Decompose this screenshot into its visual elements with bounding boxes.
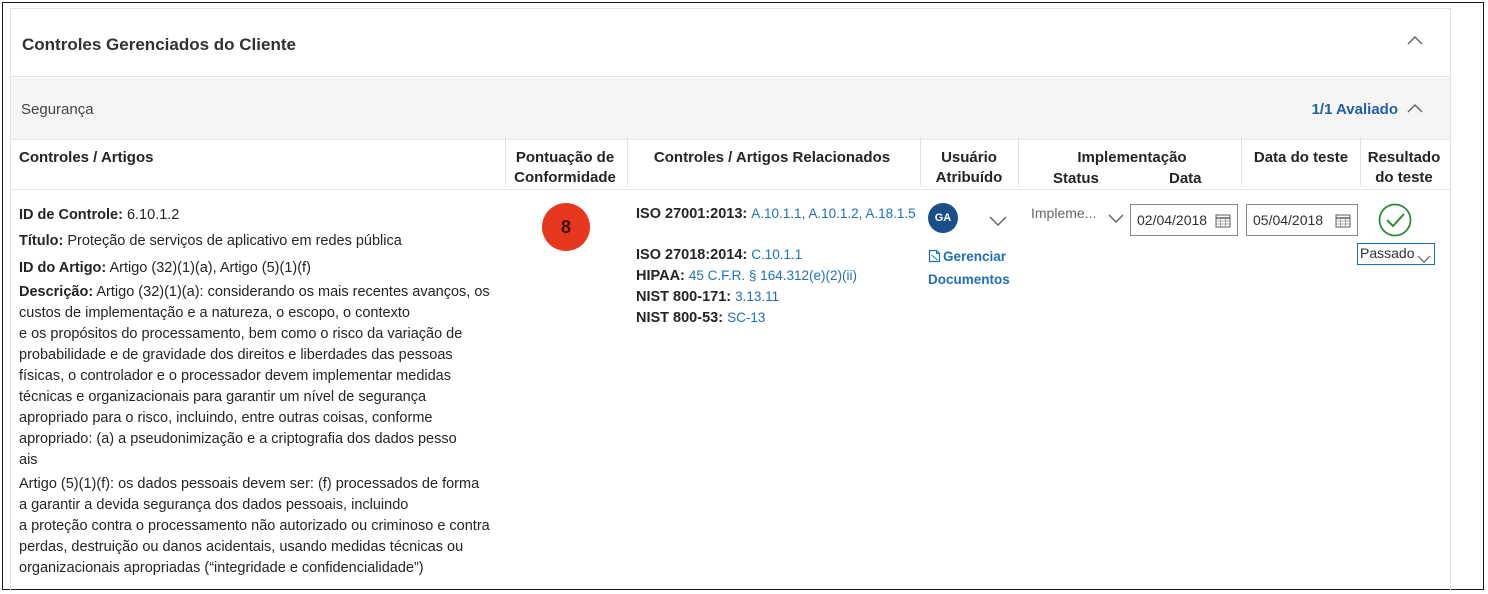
control-id-label: ID de Controle: bbox=[19, 207, 123, 223]
description-label: Descrição: bbox=[19, 284, 94, 300]
column-divider bbox=[920, 137, 921, 187]
related-label: NIST 800-171: bbox=[636, 289, 732, 305]
header-user-line1: Usuário bbox=[941, 149, 997, 166]
description-text: probabilidade e de gravidade dos direito… bbox=[19, 347, 453, 363]
passed-check-icon bbox=[1378, 203, 1412, 237]
header-test-date: Data do teste bbox=[1253, 149, 1349, 166]
test-date-value: 05/04/2018 bbox=[1253, 212, 1324, 228]
article-id-line: ID do Artigo: Artigo (32)(1)(a), Artigo … bbox=[19, 258, 311, 278]
title-label: Título: bbox=[19, 233, 64, 249]
implementation-status-select[interactable]: Impleme... bbox=[1031, 205, 1096, 221]
article2-text: a garantir a devida segurança dos dados … bbox=[19, 497, 409, 513]
header-related: Controles / Artigos Relacionados bbox=[653, 149, 891, 166]
manage-documents-line1: Gerenciar bbox=[943, 249, 1007, 264]
related-link[interactable]: 45 C.F.R. § 164.312(e)(2)(ii) bbox=[689, 268, 857, 283]
article2-text: perdas, destruição ou danos acidentais, … bbox=[19, 539, 464, 555]
column-divider bbox=[627, 137, 628, 187]
description-text: ais bbox=[19, 452, 38, 468]
title-line: Título: Proteção de serviços de aplicati… bbox=[19, 231, 402, 251]
related-control-iso27001: ISO 27001:2013: A.10.1.1, A.10.1.2, A.18… bbox=[636, 204, 916, 224]
header-user: Usuário Atribuído bbox=[922, 148, 1016, 188]
column-divider bbox=[1241, 137, 1242, 187]
compliance-score-badge: 8 bbox=[542, 203, 590, 251]
description-text: físicas, o controlador e o processador d… bbox=[19, 368, 451, 384]
related-link[interactable]: 3.13.11 bbox=[735, 289, 779, 304]
header-user-line2: Atribuído bbox=[935, 169, 1003, 186]
section-name: Segurança bbox=[21, 101, 94, 118]
article2-text: a proteção contra o processamento não au… bbox=[19, 518, 490, 534]
evaluated-count: 1/1 Avaliado bbox=[1311, 101, 1398, 118]
description-text: apropriado para o risco, incluindo, entr… bbox=[19, 410, 433, 426]
related-link[interactable]: SC-13 bbox=[727, 310, 765, 325]
manage-documents-link[interactable]: Gerenciar Documentos bbox=[928, 246, 1010, 290]
collapse-section-icon[interactable] bbox=[1407, 103, 1423, 113]
related-label: ISO 27018:2014: bbox=[636, 247, 748, 263]
card-header[interactable]: Controles Gerenciados do Cliente bbox=[11, 9, 1450, 77]
related-control-nist800-53: NIST 800-53: SC-13 bbox=[636, 308, 765, 328]
implementation-date-input[interactable]: 02/04/2018 bbox=[1130, 204, 1238, 236]
test-result-value: Passado bbox=[1360, 245, 1415, 261]
header-result-line1: Resultado bbox=[1367, 149, 1441, 166]
related-label: ISO 27001:2013: bbox=[636, 206, 748, 222]
column-divider bbox=[505, 137, 506, 187]
user-dropdown-chevron-icon[interactable] bbox=[989, 213, 1007, 231]
related-link[interactable]: A.10.1.1, A.10.1.2, A.18.1.5 bbox=[751, 206, 915, 221]
header-controls: Controles / Artigos bbox=[19, 149, 154, 166]
description-text: apropriado: (a) a pseudonimização e a cr… bbox=[19, 431, 457, 447]
related-control-nist800-171: NIST 800-171: 3.13.11 bbox=[636, 287, 779, 307]
article-id-label: ID do Artigo: bbox=[19, 260, 107, 276]
description-text: Artigo (32)(1)(a): considerando os mais … bbox=[96, 284, 490, 300]
article-id-value: Artigo (32)(1)(a), Artigo (5)(1)(f) bbox=[109, 260, 311, 276]
description-text: e os propósitos do processamento, bem co… bbox=[19, 326, 463, 342]
test-result-select[interactable]: Passado bbox=[1357, 243, 1435, 265]
title-value: Proteção de serviços de aplicativo em re… bbox=[67, 233, 402, 249]
related-label: HIPAA: bbox=[636, 268, 685, 284]
test-date-input[interactable]: 05/04/2018 bbox=[1246, 204, 1358, 236]
description-line: Descrição: Artigo (32)(1)(a): consideran… bbox=[19, 282, 490, 302]
section-bar[interactable]: Segurança 1/1 Avaliado bbox=[11, 78, 1450, 140]
implementation-date-value: 02/04/2018 bbox=[1137, 212, 1208, 228]
related-link[interactable]: C.10.1.1 bbox=[751, 247, 802, 262]
column-divider bbox=[1018, 137, 1019, 187]
calendar-icon[interactable] bbox=[1335, 213, 1351, 231]
related-control-iso27018: ISO 27018:2014: C.10.1.1 bbox=[636, 245, 802, 265]
header-score: Pontuação de Conformidade bbox=[507, 148, 623, 188]
result-dropdown-chevron-icon[interactable] bbox=[1417, 250, 1431, 266]
manage-documents-line2: Documentos bbox=[928, 272, 1010, 287]
control-id-line: ID de Controle: 6.10.1.2 bbox=[19, 205, 179, 225]
document-icon bbox=[928, 248, 941, 269]
header-impl-date: Data bbox=[1169, 170, 1202, 187]
header-impl-status: Status bbox=[1053, 170, 1099, 187]
card-title: Controles Gerenciados do Cliente bbox=[22, 35, 296, 54]
header-row-divider bbox=[11, 189, 1451, 190]
column-divider bbox=[1360, 137, 1361, 187]
control-id-value: 6.10.1.2 bbox=[126, 207, 180, 223]
header-score-line1: Pontuação de bbox=[515, 149, 615, 166]
article2-text: Artigo (5)(1)(f): os dados pessoais deve… bbox=[19, 476, 480, 492]
related-label: NIST 800-53: bbox=[636, 310, 724, 326]
header-test-result: Resultado do teste bbox=[1362, 148, 1446, 188]
description-text: custos de implementação e a natureza, o … bbox=[19, 305, 410, 321]
collapse-card-icon[interactable] bbox=[1407, 35, 1423, 45]
header-result-line2: do teste bbox=[1375, 169, 1433, 186]
article2-text: organizacionais apropriadas (“integridad… bbox=[19, 560, 424, 576]
calendar-icon[interactable] bbox=[1215, 213, 1231, 231]
status-dropdown-chevron-icon[interactable] bbox=[1108, 210, 1124, 228]
related-control-hipaa: HIPAA: 45 C.F.R. § 164.312(e)(2)(ii) bbox=[636, 266, 857, 286]
description-text: técnicas e organizacionais para garantir… bbox=[19, 389, 427, 405]
header-score-line2: Conformidade bbox=[514, 169, 616, 186]
header-implementation: Implementação bbox=[1077, 149, 1187, 166]
assigned-user-avatar[interactable]: GA bbox=[928, 203, 958, 233]
